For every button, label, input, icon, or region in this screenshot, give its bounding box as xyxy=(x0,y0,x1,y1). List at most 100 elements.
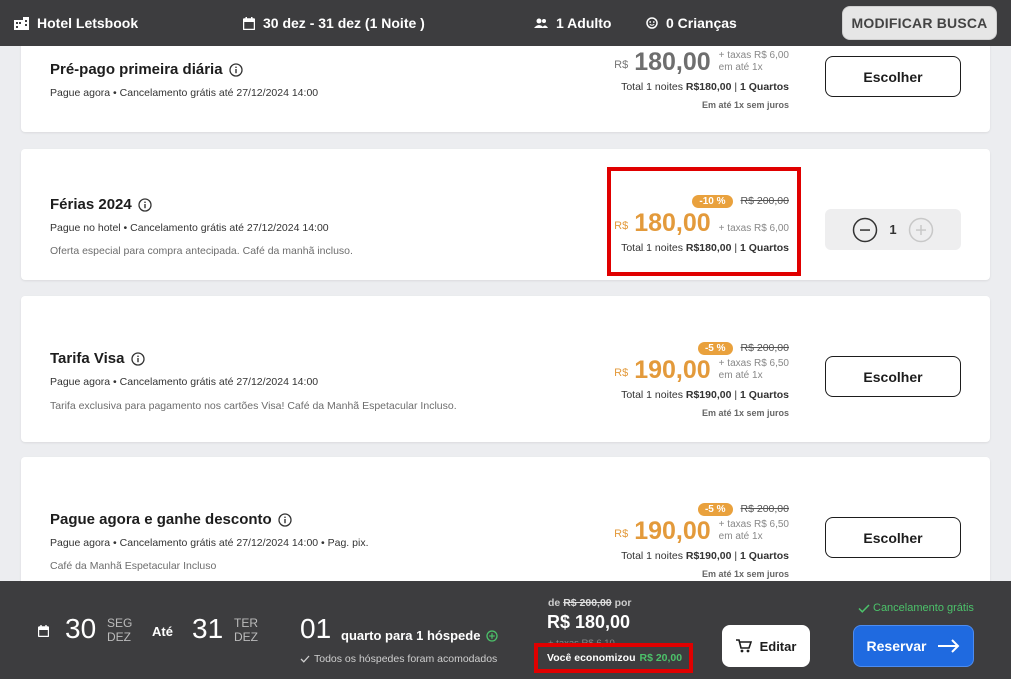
until-label: Até xyxy=(152,624,173,639)
price-amount: 180,00 xyxy=(634,48,711,76)
price-taxes: + taxas R$ 6,00 xyxy=(718,50,789,61)
installment-note: Em até 1x sem juros xyxy=(701,569,789,579)
rate-description: Tarifa exclusiva para pagamento nos cart… xyxy=(50,400,457,412)
increment-icon[interactable] xyxy=(908,217,934,243)
room-quantity-stepper: 1 xyxy=(825,209,961,250)
rooms-description: quarto para 1 hóspede xyxy=(341,628,499,643)
total-value: R$190,00 xyxy=(685,550,732,562)
rate-price-block: -5 % R$ 200,00 R$ 190,00 + taxas R$ 6,50… xyxy=(614,501,789,579)
total-rooms: 1 Quartos xyxy=(739,389,789,401)
rooms-text: quarto para 1 hóspede xyxy=(341,628,481,643)
price-currency: R$ xyxy=(614,59,629,71)
add-circle-icon[interactable] xyxy=(486,629,499,642)
rate-conditions: Pague agora • Cancelamento grátis até 27… xyxy=(50,376,319,388)
from-label: de xyxy=(548,597,561,609)
arrow-right-icon xyxy=(938,639,960,653)
edit-button[interactable]: Editar xyxy=(722,625,810,667)
rate-price-block: R$ 180,00 + taxas R$ 6,00 em até 1x Tota… xyxy=(614,48,789,110)
rate-description: Oferta especial para compra antecipada. … xyxy=(50,245,353,257)
total-prefix: Total 1 noites xyxy=(621,81,683,93)
discount-badge: -5 % xyxy=(697,341,733,355)
rate-card-pix: Pague agora e ganhe desconto Pague agora… xyxy=(21,457,990,597)
hotel-name-text: Hotel Letsbook xyxy=(37,15,139,31)
edit-label: Editar xyxy=(759,638,797,654)
checkout-weekday: TER xyxy=(234,616,258,630)
people-icon xyxy=(534,18,548,28)
from-suffix: por xyxy=(614,597,632,609)
installment-note: Em até 1x sem juros xyxy=(701,408,789,418)
total-prefix: Total 1 noites xyxy=(621,550,683,562)
calendar-icon xyxy=(243,16,255,30)
rate-conditions: Pague no hotel • Cancelamento grátis até… xyxy=(50,222,329,234)
check-icon xyxy=(858,603,870,613)
price-installment-short: em até 1x xyxy=(718,62,763,73)
price-total-line: Total 1 noites R$180,00 | 1 Quartos xyxy=(621,81,789,93)
choose-button[interactable]: Escolher xyxy=(825,56,961,97)
choose-button[interactable]: Escolher xyxy=(825,517,961,558)
total-rooms: 1 Quartos xyxy=(739,81,789,93)
calendar-icon xyxy=(38,625,49,637)
top-search-bar: Hotel Letsbook 30 dez - 31 dez (1 Noite … xyxy=(0,0,1011,46)
reserve-button[interactable]: Reservar xyxy=(853,625,974,667)
search-dates-text: 30 dez - 31 dez (1 Noite ) xyxy=(263,15,425,31)
price-installment-short: em até 1x xyxy=(718,531,763,542)
info-icon[interactable] xyxy=(138,197,152,212)
rate-title-text: Pré-pago primeira diária xyxy=(50,61,223,78)
decrement-icon[interactable] xyxy=(852,217,878,243)
rate-card-visa: Tarifa Visa Pague agora • Cancelamento g… xyxy=(21,296,990,442)
rate-card-ferias: Férias 2024 Pague no hotel • Cancelament… xyxy=(21,149,990,280)
rate-price-block: -5 % R$ 200,00 R$ 190,00 + taxas R$ 6,50… xyxy=(614,340,789,418)
rate-description: Café da Manhã Espetacular Incluso xyxy=(50,560,217,572)
search-dates: 30 dez - 31 dez (1 Noite ) xyxy=(243,0,425,46)
total-rooms: 1 Quartos xyxy=(739,550,789,562)
price-currency: R$ xyxy=(614,528,629,540)
free-cancellation: Cancelamento grátis xyxy=(858,602,974,614)
checkin-day: 30 xyxy=(65,613,97,644)
discount-badge: -5 % xyxy=(697,502,733,516)
total-value: R$180,00 xyxy=(685,81,732,93)
hotel-icon xyxy=(14,16,29,30)
checkin-month: DEZ xyxy=(107,630,131,644)
info-icon[interactable] xyxy=(130,351,145,366)
from-old-price: R$ 200,00 xyxy=(563,597,612,609)
info-icon[interactable] xyxy=(278,512,292,527)
accommodated-note: Todos os hóspedes foram acomodados xyxy=(300,653,497,665)
accommodated-text: Todos os hóspedes foram acomodados xyxy=(314,653,498,665)
booking-summary-bar: 30 SEG DEZ Até 31 TER DEZ 01 quarto para… xyxy=(0,581,1011,679)
rate-title: Pague agora e ganhe desconto xyxy=(50,511,292,528)
price-total-line: Total 1 noites R$190,00 | 1 Quartos xyxy=(621,389,789,401)
checkin-weekday-month: SEG DEZ xyxy=(107,616,132,644)
summary-total: R$ 180,00 xyxy=(547,612,631,632)
search-children: 0 Crianças xyxy=(646,0,737,46)
rate-card-prepaid: Pré-pago primeira diária Pague agora • C… xyxy=(21,40,990,132)
search-children-text: 0 Crianças xyxy=(666,15,737,31)
rate-title: Pré-pago primeira diária xyxy=(50,61,243,78)
checkin-weekday: SEG xyxy=(107,616,133,630)
smiley-icon xyxy=(646,17,658,29)
checkout-weekday-month: TER DEZ xyxy=(234,616,258,644)
rate-conditions: Pague agora • Cancelamento grátis até 27… xyxy=(50,537,369,549)
info-icon[interactable] xyxy=(228,62,243,77)
old-price: R$ 200,00 xyxy=(740,342,789,354)
reserve-label: Reservar xyxy=(866,638,927,654)
checkout-month: DEZ xyxy=(234,630,258,644)
price-taxes: + taxas R$ 6,50 xyxy=(718,358,789,369)
room-quantity-value: 1 xyxy=(889,222,897,237)
total-value: R$190,00 xyxy=(685,389,732,401)
rate-title-text: Tarifa Visa xyxy=(50,350,125,367)
modify-search-button[interactable]: MODIFICAR BUSCA xyxy=(842,6,997,40)
check-icon xyxy=(300,655,310,663)
choose-button[interactable]: Escolher xyxy=(825,356,961,397)
rate-title: Tarifa Visa xyxy=(50,350,145,367)
total-prefix: Total 1 noites xyxy=(621,389,683,401)
savings-highlight-box xyxy=(534,643,693,673)
from-price-line: de R$ 200,00 por xyxy=(548,597,632,609)
price-highlight-box xyxy=(607,167,801,276)
price-total-line: Total 1 noites R$190,00 | 1 Quartos xyxy=(621,550,789,562)
free-cancellation-text: Cancelamento grátis xyxy=(873,602,974,614)
rate-title: Férias 2024 xyxy=(50,196,152,213)
search-adults: 1 Adulto xyxy=(534,0,611,46)
installment-note: Em até 1x sem juros xyxy=(701,100,789,110)
search-adults-text: 1 Adulto xyxy=(556,15,612,31)
hotel-name: Hotel Letsbook xyxy=(14,0,138,46)
